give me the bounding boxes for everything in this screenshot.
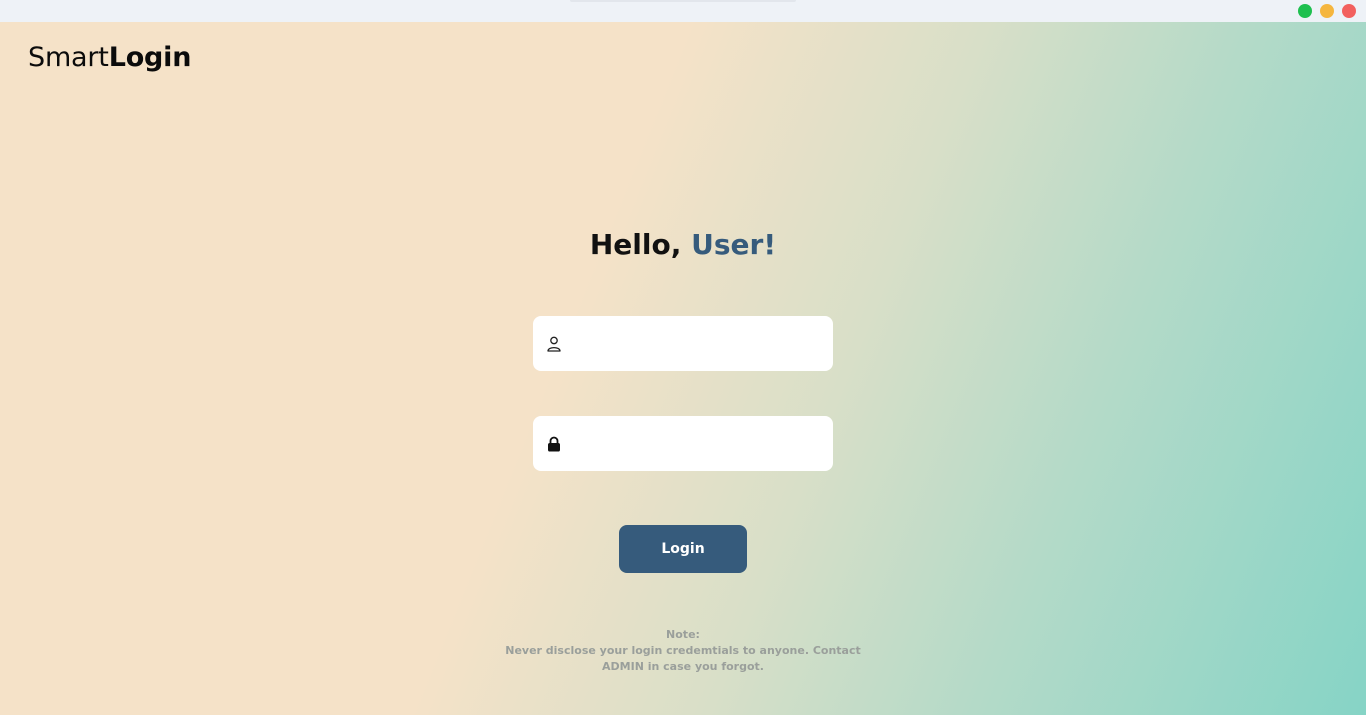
- greeting-prefix: Hello,: [589, 228, 692, 261]
- maximize-window-button[interactable]: [1298, 4, 1312, 18]
- login-button[interactable]: Login: [619, 525, 747, 573]
- user-icon: [547, 336, 561, 352]
- note-body: Never disclose your login credemtials to…: [505, 644, 861, 673]
- login-page: SmartLogin Hello, User! Login Note: Neve…: [0, 22, 1366, 715]
- note-title: Note:: [666, 628, 700, 641]
- password-field[interactable]: [533, 416, 833, 471]
- lock-icon: [548, 436, 560, 452]
- window-titlebar: [0, 0, 1366, 22]
- greeting-user: User!: [691, 228, 777, 261]
- logo-text-bold: Login: [108, 42, 192, 73]
- titlebar-tab: [570, 0, 796, 2]
- password-input[interactable]: [573, 416, 823, 471]
- username-field[interactable]: [533, 316, 833, 371]
- logo-text-light: Smart: [28, 42, 109, 73]
- username-input[interactable]: [573, 316, 823, 371]
- close-window-button[interactable]: [1342, 4, 1356, 18]
- greeting-heading: Hello, User!: [0, 228, 1366, 261]
- security-note: Note: Never disclose your login credemti…: [483, 627, 883, 675]
- app-logo: SmartLogin: [28, 42, 191, 73]
- minimize-window-button[interactable]: [1320, 4, 1334, 18]
